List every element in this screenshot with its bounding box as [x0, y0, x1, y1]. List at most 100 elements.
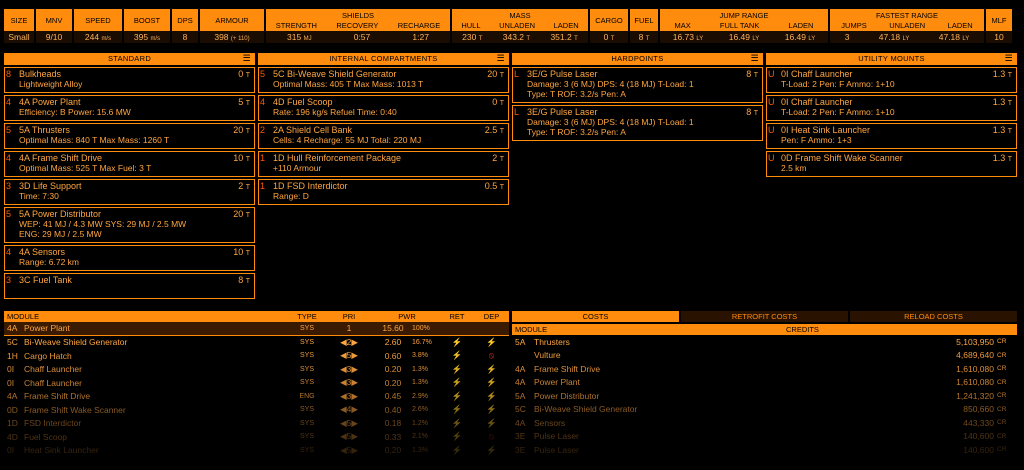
chevron-right-icon[interactable]: ▶ [351, 364, 358, 374]
chevron-right-icon[interactable]: ▶ [351, 404, 358, 414]
col-pri[interactable]: PRI [324, 312, 374, 321]
power-row[interactable]: 4D Fuel Scoop SYS ◀5▶ 0.33 2.1% ⚡ ⦸ [4, 430, 509, 444]
priority-stepper[interactable]: ◀2▶ [324, 337, 374, 348]
power-bolt-icon[interactable]: ⚡ [474, 391, 509, 402]
power-bolt-icon[interactable]: ⚡ [440, 364, 474, 375]
power-bolt-icon[interactable]: ⚡ [440, 431, 474, 442]
priority-stepper[interactable]: ◀3▶ [324, 377, 374, 388]
internal-slot[interactable]: 1 1D FSD Interdictor Range: D 0.5 T [258, 179, 509, 205]
priority-stepper[interactable]: ◀5▶ [324, 431, 374, 442]
standard-slot[interactable]: 4 4A Power Plant Efficiency: B Power: 15.6… [4, 95, 255, 121]
standard-slot[interactable]: 4 4A Frame Shift Drive Optimal Mass: 525 T… [4, 151, 255, 177]
tab-retrofit-costs[interactable]: RETROFIT COSTS [681, 311, 848, 322]
power-bolt-icon[interactable]: ⚡ [474, 337, 509, 348]
chevron-right-icon[interactable]: ▶ [351, 445, 358, 455]
standard-slot[interactable]: 8 Bulkheads Lightweight Alloy 0 T [4, 67, 255, 93]
internal-slot[interactable]: 1 1D Hull Reinforcement Package +110 Armou… [258, 151, 509, 177]
power-row[interactable]: 5C Bi-Weave Shield Generator SYS ◀2▶ 2.60 16.… [4, 336, 509, 350]
chevron-right-icon[interactable]: ▶ [351, 350, 358, 360]
col-credits[interactable]: CREDITS [786, 325, 1017, 334]
internal-slot[interactable]: 4 4D Fuel Scoop Rate: 196 kg/s Refuel Time… [258, 95, 509, 121]
cost-row[interactable]: 3E Pulse Laser 140,600 CR [512, 430, 1017, 444]
power-bolt-icon[interactable]: ⚡ [474, 445, 509, 456]
power-bolt-icon[interactable]: ⚡ [440, 418, 474, 429]
tab-reload-costs[interactable]: RELOAD COSTS [850, 311, 1017, 322]
cost-row[interactable]: 4A Frame Shift Drive 1,610,080 CR [512, 362, 1017, 376]
slot-module-name: 4D Fuel Scoop [273, 97, 333, 107]
menu-icon[interactable]: ☰ [751, 54, 759, 63]
power-bolt-icon[interactable]: ⚡ [440, 391, 474, 402]
priority-stepper[interactable]: ◀3▶ [324, 391, 374, 402]
utility-header[interactable]: UTILITY MOUNTS ☰ [766, 53, 1017, 65]
slot-module-name: 0I Chaff Launcher [781, 69, 853, 79]
utility-slot[interactable]: U 0D Frame Shift Wake Scanner 2.5 km 1.3 T [766, 151, 1017, 177]
ban-icon[interactable]: ⦸ [474, 431, 509, 442]
chevron-right-icon[interactable]: ▶ [351, 431, 358, 441]
col-module[interactable]: MODULE [4, 312, 290, 321]
hardpoints-slot[interactable]: L 3E/G Pulse Laser Damage: 3 (6 MJ) DPS: 4… [512, 105, 763, 141]
power-bolt-icon[interactable]: ⚡ [440, 337, 474, 348]
col-type[interactable]: TYPE [290, 312, 324, 321]
col-module[interactable]: MODULE [512, 325, 786, 334]
power-bolt-icon[interactable]: ⚡ [440, 445, 474, 456]
menu-icon[interactable]: ☰ [243, 54, 251, 63]
power-bolt-icon[interactable]: ⚡ [474, 364, 509, 375]
ban-icon[interactable]: ⦸ [474, 350, 509, 361]
priority-stepper[interactable]: ◀5▶ [324, 445, 374, 456]
standard-header[interactable]: STANDARD ☰ [4, 53, 255, 65]
chevron-right-icon[interactable]: ▶ [351, 418, 358, 428]
menu-icon[interactable]: ☰ [1005, 54, 1013, 63]
power-row[interactable]: 0I Heat Sink Launcher SYS ◀5▶ 0.20 1.3% ⚡ ⚡ [4, 444, 509, 458]
cost-row[interactable]: 5A Power Distributor 1,241,320 CR [512, 389, 1017, 403]
cost-row[interactable]: 4A Power Plant 1,610,080 CR [512, 376, 1017, 390]
cost-row[interactable]: 5A Thrusters 5,103,950 CR [512, 335, 1017, 349]
col-pwr[interactable]: PWR [374, 312, 440, 321]
cost-row[interactable]: 5C Bi-Weave Shield Generator 850,660 CR [512, 403, 1017, 417]
hardpoints-slot[interactable]: L 3E/G Pulse Laser Damage: 3 (6 MJ) DPS: 4… [512, 67, 763, 103]
internal-slot[interactable]: 5 5C Bi-Weave Shield Generator Optimal Mas… [258, 67, 509, 93]
chevron-right-icon[interactable]: ▶ [351, 377, 358, 387]
chevron-right-icon[interactable]: ▶ [351, 337, 358, 347]
standard-slot[interactable]: 5 5A Thrusters Optimal Mass: 840 T Max Mas… [4, 123, 255, 149]
power-row[interactable]: 1D FSD Interdictor SYS ◀5▶ 0.18 1.2% ⚡ ⚡ [4, 417, 509, 431]
cost-row[interactable]: 3E Pulse Laser 140,600 CR [512, 443, 1017, 457]
power-bolt-icon[interactable]: ⚡ [474, 418, 509, 429]
priority-stepper[interactable]: ◀5▶ [324, 350, 374, 361]
power-row[interactable]: 1H Cargo Hatch SYS ◀5▶ 0.60 3.8% ⚡ ⦸ [4, 349, 509, 363]
slot-class: L [514, 69, 520, 79]
power-row[interactable]: 4A Frame Shift Drive ENG ◀3▶ 0.45 2.9% ⚡ ⚡ [4, 390, 509, 404]
standard-slot[interactable]: 5 5A Power Distributor WEP: 41 MJ / 4.3 MW… [4, 207, 255, 243]
power-bolt-icon[interactable]: ⚡ [474, 377, 509, 388]
internal-header[interactable]: INTERNAL COMPARTMENTS ☰ [258, 53, 509, 65]
priority-stepper[interactable]: ◀4▶ [324, 404, 374, 415]
power-bolt-icon[interactable]: ⚡ [440, 404, 474, 415]
utility-slot[interactable]: U 0I Chaff Launcher T-Load: 2 Pen: F Ammo:… [766, 67, 1017, 93]
menu-icon[interactable]: ☰ [497, 54, 505, 63]
slot-class: 8 [6, 69, 12, 79]
stat-cargo: CARGO 0 T [590, 9, 628, 43]
chevron-right-icon[interactable]: ▶ [351, 391, 358, 401]
slot-module-detail: T-Load: 2 Pen: F Ammo: 1+10 [781, 107, 895, 117]
standard-slot[interactable]: 3 3D Life Support Time: 7:30 2 T [4, 179, 255, 205]
internal-slot[interactable]: 2 2A Shield Cell Bank Cells: 4 Recharge: 5… [258, 123, 509, 149]
power-row[interactable]: 0I Chaff Launcher SYS ◀3▶ 0.20 1.3% ⚡ ⚡ [4, 363, 509, 377]
power-row[interactable]: 0D Frame Shift Wake Scanner SYS ◀4▶ 0.40 2.6%… [4, 403, 509, 417]
utility-slot[interactable]: U 0I Heat Sink Launcher Pen: F Ammo: 1+3 1.… [766, 123, 1017, 149]
cost-row[interactable]: 4A Sensors 443,330 CR [512, 416, 1017, 430]
col-ret[interactable]: RET [440, 312, 474, 321]
col-dep[interactable]: DEP [474, 312, 509, 321]
standard-slot[interactable]: 3 3C Fuel Tank 8 T [4, 273, 255, 299]
power-row[interactable]: 0I Chaff Launcher SYS ◀3▶ 0.20 1.3% ⚡ ⚡ [4, 376, 509, 390]
slot-class: 3 [6, 275, 12, 285]
power-row-selected[interactable]: 4A Power Plant SYS 1 15.60 100% [4, 322, 509, 336]
power-bolt-icon[interactable]: ⚡ [440, 377, 474, 388]
priority-stepper[interactable]: ◀3▶ [324, 364, 374, 375]
cost-row[interactable]: Vulture 4,689,640 CR [512, 349, 1017, 363]
priority-stepper[interactable]: ◀5▶ [324, 418, 374, 429]
standard-slot[interactable]: 4 4A Sensors Range: 6.72 km 10 T [4, 245, 255, 271]
tab-costs[interactable]: COSTS [512, 311, 679, 322]
power-bolt-icon[interactable]: ⚡ [474, 404, 509, 415]
utility-slot[interactable]: U 0I Chaff Launcher T-Load: 2 Pen: F Ammo:… [766, 95, 1017, 121]
hardpoints-header[interactable]: HARDPOINTS ☰ [512, 53, 763, 65]
power-bolt-icon[interactable]: ⚡ [440, 350, 474, 361]
